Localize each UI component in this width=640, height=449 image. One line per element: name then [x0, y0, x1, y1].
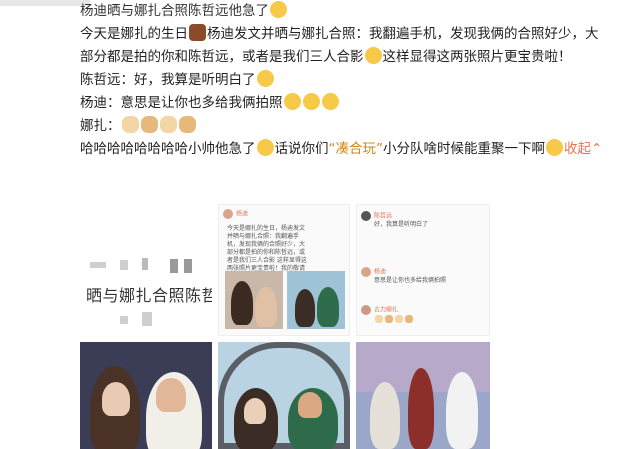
person: [446, 372, 478, 449]
post-line-1: 今天是娜扎的生日 杨迪发文并晒与娜扎合照：我翻遍手机，发现我俩的合照好少，大: [80, 23, 632, 46]
worried-emoji-icon: [546, 139, 563, 156]
collapse-link[interactable]: 收起⌃: [564, 141, 602, 157]
dog-emoji-icon: [121, 116, 139, 133]
post-text: 杨迪：意思是让你也多给我俩拍照: [80, 95, 283, 111]
post-text: 话说你们: [274, 141, 329, 157]
image-thumb[interactable]: 陈哲远 好，我算是听明白了 杨迪 意思是让你也多给我俩拍照 古力娜扎: [356, 204, 490, 336]
mini-post-header: 杨迪: [223, 209, 347, 219]
person: [408, 368, 434, 449]
caret-up-icon: ⌃: [591, 141, 603, 157]
post-title-line: 杨迪晒与娜扎合照陈哲远他急了: [80, 0, 632, 23]
mini-username: 古力娜扎: [374, 306, 399, 314]
post-title: 杨迪晒与娜扎合照陈哲远他急了: [80, 3, 269, 19]
face: [244, 398, 266, 424]
dog-emoji-icon: [159, 116, 177, 133]
grin-emoji-icon: [302, 93, 320, 110]
post-text: 杨迪发文并晒与娜扎合照：我翻遍手机，发现我俩的合照好少，大: [207, 26, 599, 42]
dog-emoji-icon: [395, 315, 403, 323]
weibo-post: 杨迪晒与娜扎合照陈哲远他急了 今天是娜扎的生日 杨迪发文并晒与娜扎合照：我翻遍手机…: [80, 0, 632, 161]
mini-comment: 杨迪 意思是让你也多给我俩拍照: [361, 267, 487, 285]
photo-thumb[interactable]: [218, 342, 350, 449]
post-line-2: 部分都是拍的你和陈哲远，或者是我们三人合影 这样显得这两张照片更宝贵啦！: [80, 46, 632, 69]
face: [298, 392, 322, 418]
mini-comment-text: 意思是让你也多给我俩拍照: [374, 277, 447, 284]
post-text: 小分队啥时候能重聚一下啊: [383, 141, 545, 157]
image-caption: 晒与娜扎合照陈哲: [86, 286, 212, 305]
face: [102, 382, 130, 416]
grin-emoji-icon: [283, 93, 301, 110]
photo: [287, 271, 345, 329]
post-text: 部分都是拍的你和陈哲远，或者是我们三人合影: [80, 49, 364, 65]
post-line-3: 陈哲远：好，我算是听明白了: [80, 69, 632, 92]
photo-thumb[interactable]: [80, 342, 212, 449]
post-text: 哈哈哈哈哈哈哈哈小帅他急了: [80, 141, 256, 157]
avatar: [223, 209, 233, 219]
photo: [225, 271, 283, 329]
laughing-emoji-icon: [270, 1, 287, 18]
mini-comment: 陈哲远 好，我算是听明白了: [361, 211, 487, 229]
photo-thumb[interactable]: [356, 342, 490, 449]
post-text: 娜扎：: [80, 118, 121, 134]
mini-comment-text: 好，我算是听明白了: [374, 221, 429, 228]
quoted-text: “凑合玩”: [328, 141, 384, 157]
mini-username: 杨迪: [374, 268, 387, 276]
dog-emoji-icon: [140, 116, 158, 133]
dog-emoji-icon: [385, 315, 393, 323]
mini-username: 陈哲远: [374, 212, 393, 220]
post-text: 陈哲远：好，我算是听明白了: [80, 72, 256, 88]
dog-emoji-icon: [375, 315, 383, 323]
mini-comment: 古力娜扎: [361, 305, 487, 323]
post-line-6: 哈哈哈哈哈哈哈哈小帅他急了 话说你们“凑合玩”小分队啥时候能重聚一下啊 收起⌃: [80, 138, 632, 161]
collapse-label: 收起: [564, 141, 591, 157]
dog-emoji-icon: [178, 116, 196, 133]
grin-emoji-icon: [321, 93, 339, 110]
post-line-5: 娜扎：: [80, 115, 632, 138]
image-grid: 晒与娜扎合照陈哲 杨迪 今天是娜扎的生日，杨迪发文并晒与娜扎合照：我翻遍手机，发…: [80, 204, 490, 449]
smile-emoji-icon: [256, 70, 274, 87]
cake-emoji-icon: [189, 24, 206, 41]
post-text: 今天是娜扎的生日: [80, 26, 188, 42]
post-line-4: 杨迪：意思是让你也多给我俩拍照: [80, 92, 632, 115]
top-divider: [0, 0, 90, 6]
person: [370, 382, 400, 449]
post-text: 这样显得这两张照片更宝贵啦！: [382, 49, 572, 65]
face: [156, 378, 186, 412]
dog-emoji-icon: [405, 315, 413, 323]
mini-username: 杨迪: [236, 210, 249, 218]
laugh-cry-emoji-icon: [256, 139, 274, 156]
grin-emoji-icon: [364, 47, 382, 64]
image-thumb[interactable]: 晒与娜扎合照陈哲: [80, 204, 212, 336]
image-thumb[interactable]: 杨迪 今天是娜扎的生日，杨迪发文并晒与娜扎合照：我翻遍手机，发现我俩的合照好少，…: [218, 204, 350, 336]
